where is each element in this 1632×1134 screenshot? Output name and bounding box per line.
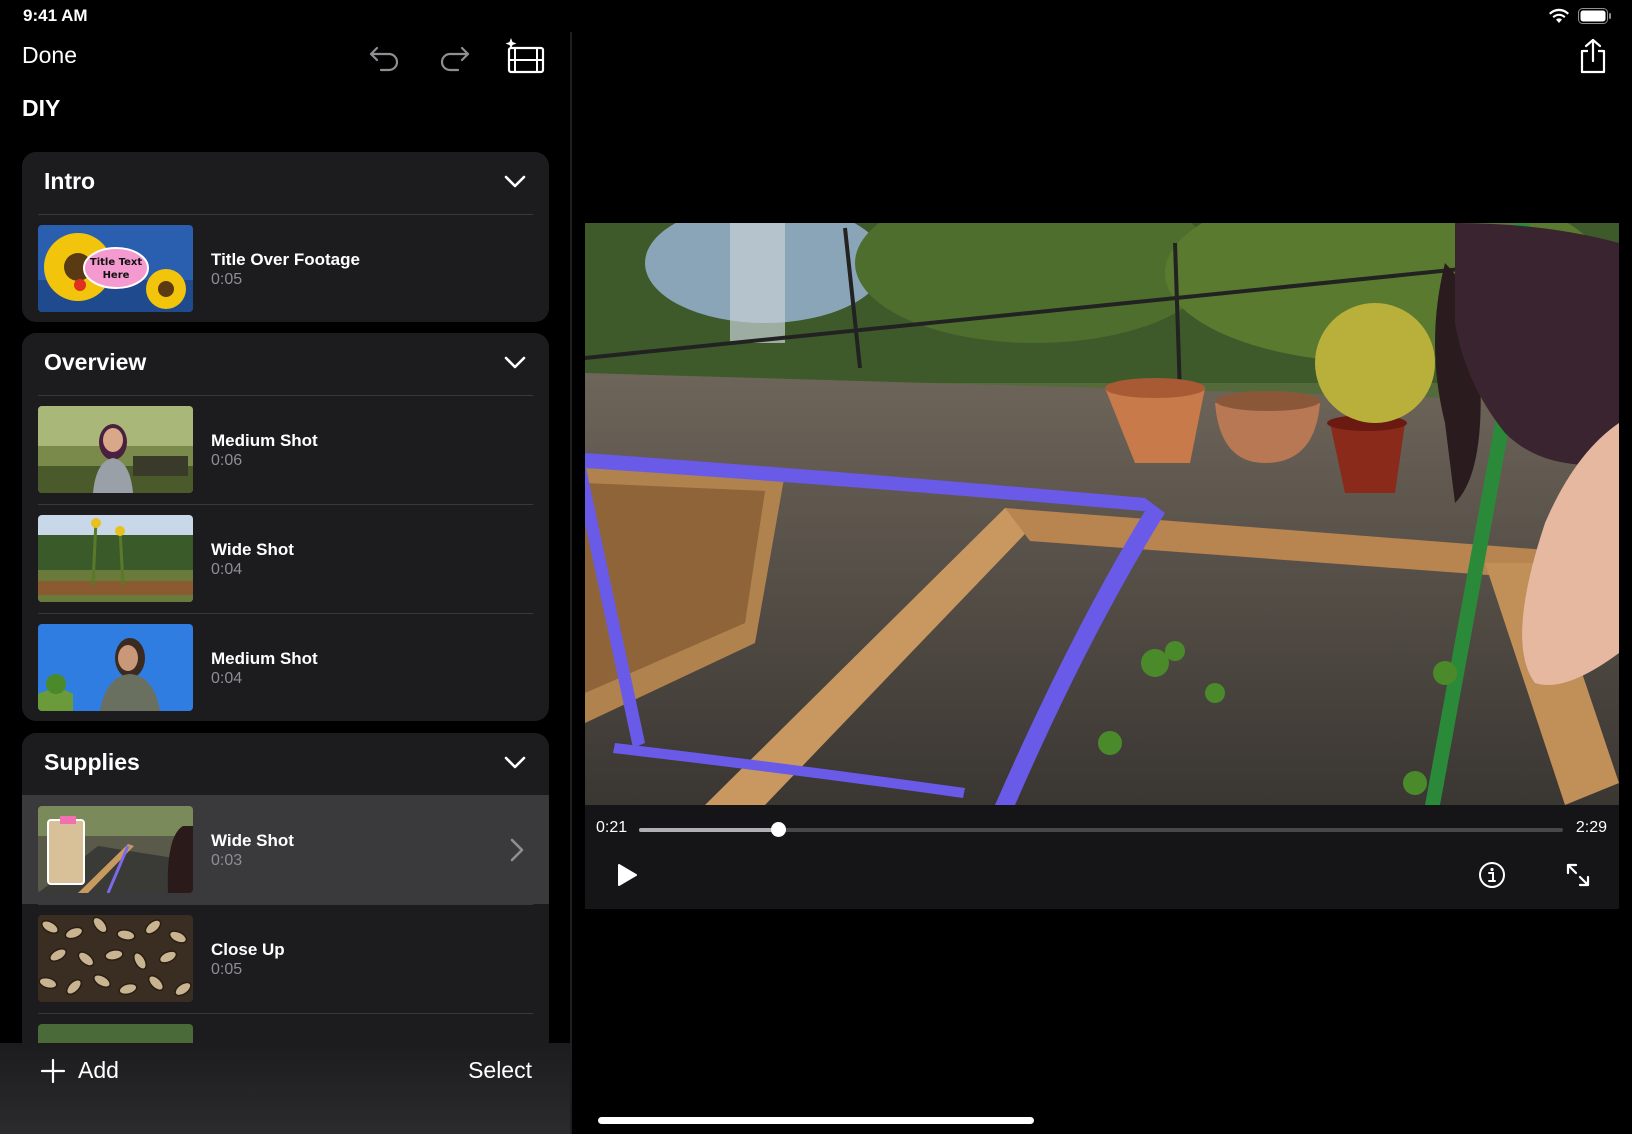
magic-movie-icon[interactable] [503,36,547,76]
done-button[interactable]: Done [22,42,77,69]
redo-icon[interactable] [434,36,474,76]
section-title: Supplies [44,749,140,775]
clip-row[interactable]: Medium Shot 0:06 [22,395,549,504]
plus-icon [40,1058,66,1083]
add-label: Add [78,1057,119,1083]
section-header[interactable]: Overview [22,333,549,395]
section-title: Overview [44,349,147,375]
clip-name: Title Over Footage [211,250,360,269]
clip-duration: 0:04 [211,670,243,687]
undo-icon[interactable] [365,36,405,76]
clip-thumbnail [38,406,193,493]
expand-icon[interactable] [1565,862,1591,888]
chevron-down-icon[interactable] [503,353,527,371]
project-panel: Done DIY Intro Title Text Here Title Ove… [0,32,570,1134]
clip-name: Wide Shot [211,540,294,559]
battery-icon [1578,8,1611,24]
clip-row-selected[interactable]: Wide Shot 0:03 [22,795,549,904]
add-button[interactable]: Add [40,1057,119,1084]
project-title: DIY [22,95,61,121]
section-header[interactable]: Supplies [22,733,549,795]
clip-duration: 0:05 [211,271,243,288]
wifi-icon [1549,8,1569,23]
thumb-text: Here [103,270,130,281]
chevron-down-icon[interactable] [503,172,527,190]
clip-name: Medium Shot [211,431,318,450]
clip-thumbnail [38,515,193,602]
scrubber[interactable] [639,822,1563,837]
status-bar: 9:41 AM [0,0,1632,32]
player-controls: 0:21 2:29 [585,805,1619,909]
chevron-down-icon[interactable] [503,753,527,771]
section-title: Intro [44,168,96,194]
status-time: 9:41 AM [23,6,88,25]
clip-duration: 0:05 [211,961,243,978]
chevron-right-icon[interactable] [509,837,525,863]
section-overview: Overview Medium Shot 0:06 Wide Shot 0:04… [22,333,549,721]
clip-duration: 0:06 [211,452,243,469]
section-header[interactable]: Intro [22,152,549,214]
bottom-bar: Add Select [0,1043,570,1134]
clip-row[interactable]: Close Up 0:05 [22,904,549,1013]
clip-thumbnail [38,806,193,893]
status-indicators [1548,8,1612,24]
clip-thumbnail: Title Text Here [38,225,193,312]
clip-duration: 0:03 [211,852,243,869]
project-toolbar: Done [0,32,570,80]
current-time: 0:21 [596,819,628,836]
scrubber-handle[interactable] [770,822,786,837]
clip-row[interactable]: Medium Shot 0:04 [22,613,549,721]
share-icon[interactable] [1578,38,1608,74]
total-time: 2:29 [1575,819,1607,836]
thumb-text: Title Text [90,257,142,268]
clip-thumbnail [38,915,193,1002]
panel-divider [570,32,572,1134]
home-indicator [598,1117,1034,1124]
scrubber-progress [639,828,778,832]
clip-name: Medium Shot [211,649,318,668]
clip-name: Wide Shot [211,831,294,850]
info-icon[interactable] [1478,861,1506,889]
clip-duration: 0:04 [211,561,243,578]
clip-name: Close Up [211,940,285,959]
clip-row[interactable]: Wide Shot 0:04 [22,504,549,613]
select-button[interactable]: Select [468,1057,532,1084]
section-intro: Intro Title Text Here Title Over Footage… [22,152,549,322]
clip-thumbnail [38,624,193,711]
play-icon[interactable] [615,862,639,888]
clip-row[interactable]: Title Text Here Title Over Footage 0:05 [22,214,549,322]
video-preview[interactable] [585,223,1619,805]
